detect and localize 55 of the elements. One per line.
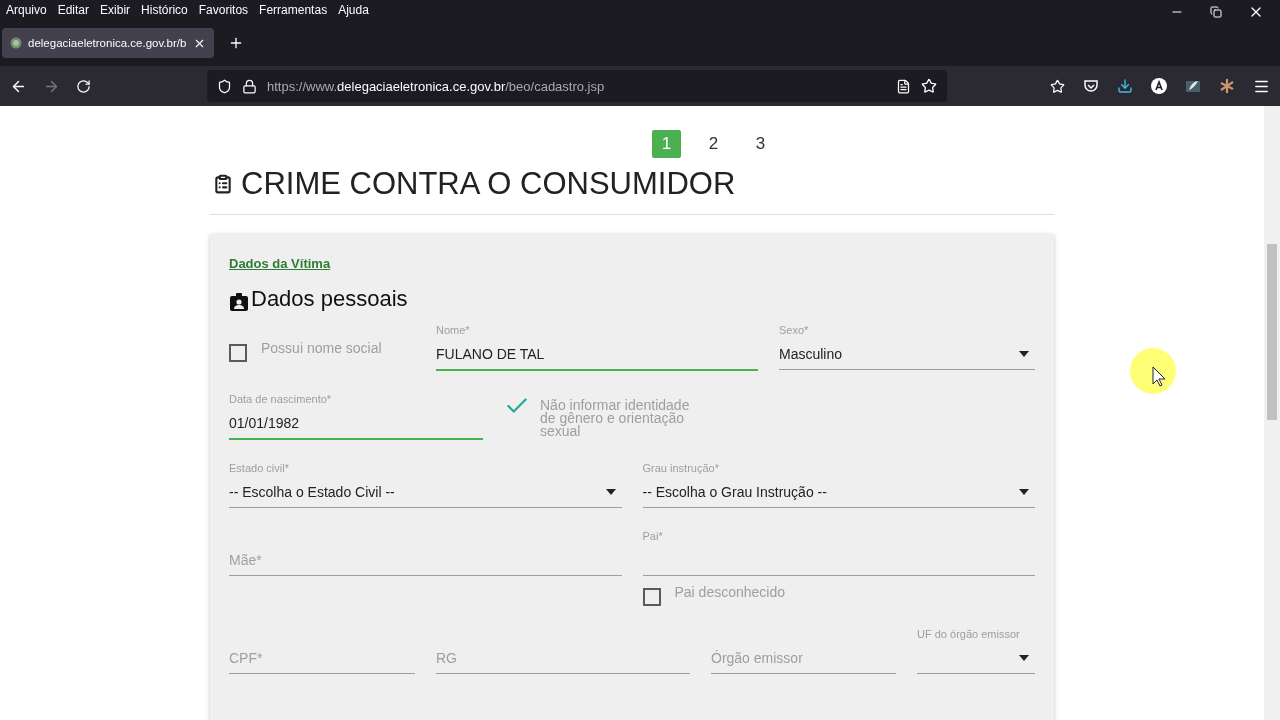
reader-view-icon[interactable] — [896, 78, 911, 94]
caret-icon — [1019, 488, 1029, 495]
url-text: https://www.delegaciaeletronica.ce.gov.br/beo/cadastro.jsp — [267, 78, 606, 94]
menu-item[interactable]: Ajuda — [338, 3, 369, 17]
clipboard-icon — [213, 174, 233, 194]
dropdown-field[interactable]: -- Escolha o Grau Instrução -- — [642, 476, 1035, 508]
asterisk-icon[interactable] — [1219, 78, 1235, 94]
section-title: Dados pessoais — [251, 286, 408, 312]
menu-item[interactable]: Editar — [57, 3, 90, 17]
step-link[interactable]: 3 — [746, 130, 775, 158]
browser-tab[interactable]: delegaciaeletronica.ce.gov.br/b — [2, 28, 214, 58]
menu-item[interactable]: Favoritos — [198, 3, 249, 17]
caret-icon — [1019, 350, 1029, 357]
download-icon[interactable] — [1117, 78, 1133, 94]
field-label: Data de nascimento* — [229, 392, 333, 407]
dropdown-field[interactable]: -- Escolha o Estado Civil -- — [229, 476, 622, 508]
field-label: Nome* — [436, 323, 471, 338]
restore-icon[interactable] — [1210, 6, 1222, 18]
field-label: UF do órgão emissor — [917, 627, 1021, 642]
lock-icon[interactable] — [242, 78, 257, 94]
page-heading: CRIME CONTRA O CONSUMIDOR — [241, 166, 736, 202]
pocket-icon[interactable] — [1083, 78, 1099, 94]
menu-item[interactable]: Ferramentas — [259, 3, 328, 17]
input-field[interactable]: FULANO DE TAL — [436, 338, 758, 371]
extension-icon[interactable] — [1185, 78, 1201, 94]
checkbox-label: Possui nome social — [261, 342, 382, 355]
address-bar[interactable]: https://www.delegaciaeletronica.ce.gov.br/beo/cadastro.jsp — [207, 70, 947, 102]
reload-icon[interactable] — [76, 78, 91, 94]
menu-item[interactable]: Histórico — [141, 3, 188, 17]
checkbox-label: Pai desconhecido — [674, 586, 786, 599]
circle-letter-icon[interactable] — [1151, 78, 1167, 94]
input-field[interactable]: 01/01/1982 — [229, 407, 483, 440]
tab-title: delegaciaeletronica.ce.gov.br/b — [28, 37, 187, 49]
field-label: Estado civil* — [229, 461, 290, 476]
field-label: Sexo* — [779, 323, 810, 338]
dropdown-field[interactable]: Masculino — [779, 338, 1035, 370]
checkbox[interactable] — [229, 344, 247, 362]
caret-icon — [605, 488, 616, 495]
new-tab-icon[interactable] — [228, 35, 244, 51]
field-label: Grau instrução* — [642, 461, 720, 476]
checkbox-label: Não informar identidade de gênero e orientação sexual — [540, 399, 691, 438]
step-link[interactable]: 2 — [699, 130, 728, 158]
shield-icon[interactable] — [217, 78, 232, 94]
star-tray-icon[interactable] — [1050, 78, 1065, 94]
scrollbar[interactable] — [1264, 106, 1280, 720]
menu-item[interactable]: Arquivo — [6, 3, 47, 17]
caret-icon — [1019, 654, 1029, 661]
mouse-pointer-icon — [1128, 346, 1178, 396]
bookmark-star-icon[interactable] — [921, 78, 937, 94]
crest-icon — [10, 37, 22, 49]
field-label: Pai* — [642, 529, 664, 544]
badge-person-icon — [229, 292, 249, 312]
checkbox[interactable] — [642, 588, 661, 606]
section-link[interactable]: Dados da Vítima — [229, 256, 331, 271]
menu-item[interactable]: Exibir — [100, 3, 131, 17]
